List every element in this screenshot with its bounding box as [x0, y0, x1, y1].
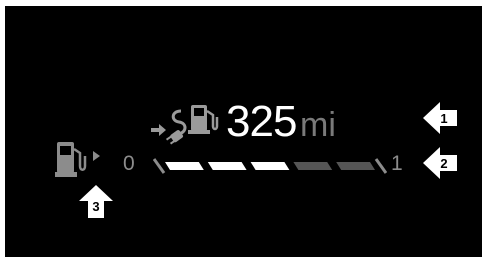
gauge-empty-end-tick: [153, 158, 166, 174]
callout-3-up-arrow-icon: 3: [79, 185, 113, 218]
gauge-segment-filled: [207, 162, 247, 170]
callout-1-number: 1: [440, 111, 447, 126]
fuel-level-gauge: [153, 158, 387, 174]
gauge-segment-filled: [250, 162, 290, 170]
fuel-door-side-indicator-icon: [93, 151, 100, 161]
fuel-pump-with-charging-plug-icon: [151, 105, 219, 145]
fuel-gauge-full-label: 1: [391, 152, 403, 175]
gauge-full-end-tick: [374, 158, 387, 174]
callout-3-number: 3: [92, 199, 99, 214]
callout-2-number: 2: [440, 156, 447, 171]
range-value: 325: [226, 97, 297, 146]
instrument-cluster-display: 325 mi 0 1 1 2 3: [5, 6, 482, 257]
callout-2-left-arrow-icon: 2: [423, 147, 457, 179]
gauge-segment-filled: [165, 162, 204, 170]
range-unit: mi: [300, 106, 336, 144]
callout-1-left-arrow-icon: 1: [423, 102, 457, 134]
fuel-gauge-empty-label: 0: [123, 152, 135, 175]
fuel-pump-icon: [55, 142, 100, 177]
gauge-segment-empty: [336, 162, 375, 170]
gauge-segment-empty: [293, 162, 333, 170]
